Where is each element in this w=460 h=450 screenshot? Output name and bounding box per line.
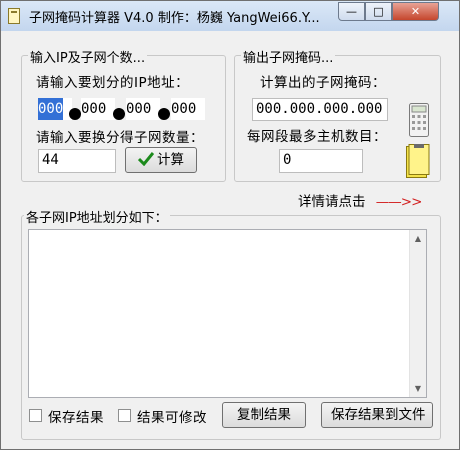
- ip-octet-1[interactable]: 000: [38, 98, 72, 120]
- app-icon: [8, 8, 20, 24]
- ip-octet-3[interactable]: 000: [126, 98, 160, 120]
- ip-separator-dot: [69, 108, 81, 120]
- output-group-title: 输出子网掩码...: [241, 47, 336, 66]
- ip-octet-4[interactable]: 000: [171, 98, 205, 120]
- subnet-count-input[interactable]: 44: [38, 149, 116, 173]
- subnet-count-label: 请输入要换分得子网数量：: [36, 130, 204, 146]
- result-editable-checkbox[interactable]: [118, 409, 131, 422]
- app-window: 子网掩码计算器 V4.0 制作：杨巍 YangWei66.Y... — □ ✕ …: [0, 0, 460, 450]
- notepad-icon[interactable]: [406, 144, 430, 178]
- ip-octet-1-value: 000: [38, 98, 64, 120]
- max-hosts-label: 每网段最多主机数目：: [247, 129, 387, 145]
- subnet-mask-output[interactable]: 000.000.000.000: [252, 98, 388, 121]
- result-editable-label: 结果可修改: [137, 410, 207, 426]
- window-title: 子网掩码计算器 V4.0 制作：杨巍 YangWei66.Y...: [29, 11, 320, 26]
- vertical-scrollbar[interactable]: ▲ ▼: [409, 230, 426, 397]
- maximize-button[interactable]: □: [365, 2, 392, 21]
- title-bar[interactable]: 子网掩码计算器 V4.0 制作：杨巍 YangWei66.Y... — □ ✕: [1, 1, 459, 31]
- save-to-file-button[interactable]: 保存结果到文件: [321, 402, 433, 428]
- input-group-title: 输入IP及子网个数...: [28, 47, 148, 66]
- ip-separator-dot: [113, 108, 125, 120]
- details-arrow: ——>>: [375, 194, 423, 210]
- calculate-button-label: 计算: [157, 152, 184, 168]
- ip-label: 请输入要划分的IP地址：: [36, 75, 190, 91]
- ip-separator-dot: [158, 108, 170, 120]
- scroll-up-arrow-icon[interactable]: ▲: [410, 230, 426, 247]
- calculate-button[interactable]: 计算: [125, 147, 197, 173]
- copy-result-button[interactable]: 复制结果: [222, 402, 306, 428]
- close-button[interactable]: ✕: [392, 2, 439, 21]
- minimize-button[interactable]: —: [338, 2, 365, 21]
- result-textarea[interactable]: ▲ ▼: [28, 229, 427, 398]
- scroll-down-arrow-icon[interactable]: ▼: [410, 380, 426, 397]
- save-result-checkbox[interactable]: [29, 409, 42, 422]
- check-icon: [137, 152, 155, 167]
- details-link-label: 详情请点击: [298, 194, 366, 210]
- max-hosts-output[interactable]: 0: [279, 149, 363, 173]
- details-link[interactable]: 详情请点击 ——>>: [298, 190, 423, 210]
- subnet-mask-label: 计算出的子网掩码：: [260, 75, 386, 91]
- ip-octet-2[interactable]: 000: [81, 98, 115, 120]
- save-result-label: 保存结果: [48, 410, 104, 426]
- calculator-icon: [409, 103, 429, 137]
- result-group-title: 各子网IP地址划分如下：: [24, 207, 170, 226]
